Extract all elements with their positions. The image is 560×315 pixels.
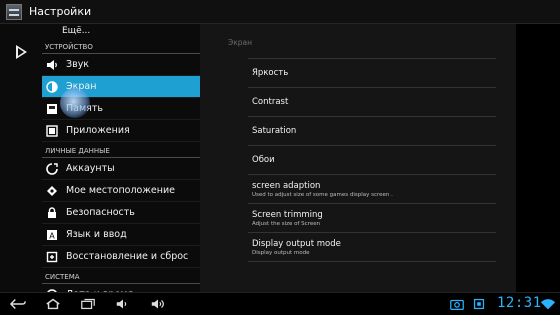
more-item[interactable]: Ещё... [42, 24, 200, 38]
recent-apps-button-icon[interactable] [80, 296, 96, 312]
screenshot-icon [449, 296, 465, 312]
volume-icon [46, 59, 58, 71]
right-margin [516, 24, 560, 292]
lock-icon [46, 206, 58, 219]
sidebar-item[interactable]: A Язык и ввод [42, 224, 200, 246]
preference-item[interactable]: Saturation [252, 117, 516, 145]
apps-icon [46, 124, 58, 137]
volume-up-button-icon[interactable] [150, 296, 166, 312]
sidebar-item[interactable]: Дата и время [42, 284, 200, 292]
preference-title: Contrast [252, 97, 289, 107]
sidebar-item[interactable]: Звук [42, 54, 200, 76]
sidebar-item-label: Звук [66, 59, 90, 70]
more-label: Ещё... [62, 26, 91, 36]
preference-item[interactable]: Display output mode Display output mode [252, 233, 516, 261]
preference-title: Saturation [252, 126, 297, 136]
sidebar-item-label: Безопасность [66, 207, 135, 218]
sidebar-item-label: Приложения [66, 125, 130, 136]
settings-category-list: Ещё... УСТРОЙСТВОЗвукЭкранПамятьПриложен… [0, 24, 200, 292]
svg-text:A: A [49, 231, 55, 240]
sidebar-item-label: Мое местоположение [66, 185, 175, 196]
action-bar: Настройки [0, 0, 560, 24]
preference-item[interactable]: Яркость [252, 59, 516, 87]
sidebar-item[interactable]: Восстановление и сброс [42, 246, 200, 268]
preference-title: Display output mode [252, 238, 341, 249]
restore-icon [46, 251, 58, 263]
settings-app-icon[interactable] [6, 3, 22, 20]
preference-summary: Display output mode [252, 249, 310, 256]
preference-title: Обои [252, 155, 275, 165]
storage-icon [46, 103, 58, 115]
preference-item[interactable]: screen adaption Used to adjust size of so… [252, 175, 516, 203]
section-header: СИСТЕМА [42, 268, 200, 284]
usb-icon [471, 296, 487, 312]
system-bar: 12:31 [0, 292, 560, 315]
preference-title: Яркость [252, 68, 289, 78]
sidebar-item[interactable]: Приложения [42, 120, 200, 142]
status-clock: 12:31 [497, 295, 542, 311]
display-settings-panel: Экран Яркость Contrast Saturation Обои scree… [200, 24, 516, 292]
section-header: ЛИЧНЫЕ ДАННЫЕ [42, 142, 200, 158]
preference-summary: Adjust the size of Screen [252, 220, 321, 227]
category-menu: Ещё... УСТРОЙСТВОЗвукЭкранПамятьПриложен… [42, 24, 200, 292]
preference-item[interactable]: Contrast [252, 88, 516, 116]
preference-title: Screen trimming [252, 209, 323, 220]
sidebar-item[interactable]: Аккаунты [42, 158, 200, 180]
sidebar-item-label: Язык и ввод [66, 229, 127, 240]
back-button-icon[interactable] [10, 296, 26, 312]
sidebar-item[interactable]: Мое местоположение [42, 180, 200, 202]
sidebar-item[interactable]: Безопасность [42, 202, 200, 224]
mouse-pointer-icon [16, 45, 27, 59]
wifi-icon [540, 296, 556, 312]
keyboard-icon: A [46, 229, 58, 241]
brightness-icon [46, 80, 58, 93]
preference-title: screen adaption [252, 180, 321, 191]
volume-down-button-icon[interactable] [115, 296, 131, 312]
panel-header: Экран [228, 38, 253, 47]
preference-item[interactable]: Screen trimming Adjust the size of Screen [252, 204, 516, 232]
touch-indicator-icon [60, 88, 90, 118]
section-header: УСТРОЙСТВО [42, 38, 200, 54]
preference-item[interactable]: Обои [252, 146, 516, 174]
preference-summary: Used to adjust size of some games displa… [252, 191, 393, 198]
home-button-icon[interactable] [45, 296, 61, 312]
location-icon [46, 185, 58, 197]
sync-icon [46, 162, 58, 175]
sidebar-item-label: Восстановление и сброс [66, 251, 189, 262]
app-title: Настройки [29, 5, 92, 18]
divider [248, 261, 496, 262]
sidebar-item-label: Аккаунты [66, 163, 115, 174]
